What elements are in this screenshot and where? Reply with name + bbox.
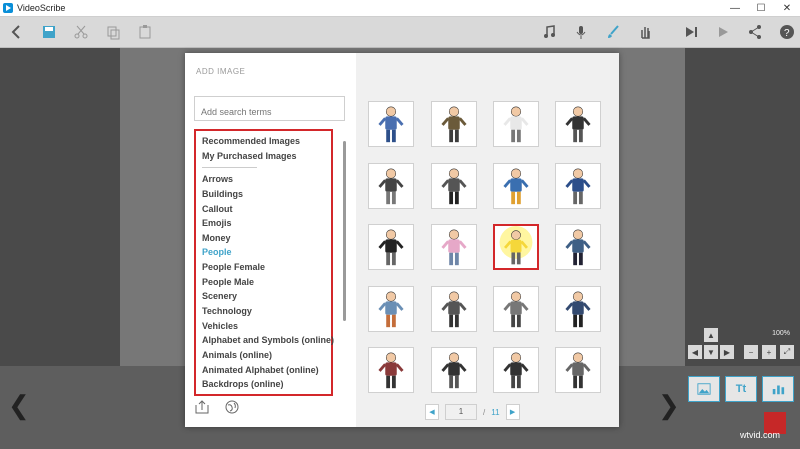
image-icon	[697, 383, 711, 395]
image-thumbnail-man-standing[interactable]	[368, 224, 414, 270]
dialog-title: ADD IMAGE	[196, 67, 246, 76]
category-item[interactable]: Arrows	[202, 174, 233, 184]
next-element-button[interactable]: ❯	[658, 390, 680, 421]
cut-icon[interactable]	[70, 21, 92, 43]
pan-down-button[interactable]: ▼	[704, 345, 718, 359]
image-thumbnail-man-headache[interactable]	[368, 101, 414, 147]
copy-icon[interactable]	[102, 21, 124, 43]
category-item[interactable]: Alphabet and Symbols (online)	[202, 335, 334, 345]
image-thumbnail-woman-shrug[interactable]	[493, 347, 539, 393]
category-item[interactable]: Callout	[202, 204, 233, 214]
globe-icon[interactable]	[224, 399, 240, 415]
add-image-button[interactable]	[688, 376, 720, 402]
category-item[interactable]: Animated Alphabet (online)	[202, 365, 319, 375]
image-thumbnail-woman-flex[interactable]	[555, 347, 601, 393]
category-item[interactable]: Money	[202, 233, 231, 243]
save-icon[interactable]	[38, 21, 60, 43]
brush-icon[interactable]	[602, 21, 624, 43]
category-item[interactable]: Vehicles	[202, 321, 238, 331]
play-from-icon[interactable]	[680, 21, 702, 43]
image-thumbnail-man-walking[interactable]	[555, 224, 601, 270]
mic-icon[interactable]	[570, 21, 592, 43]
category-item[interactable]: Emojis	[202, 218, 232, 228]
pan-up-button[interactable]: ▲	[704, 328, 718, 342]
share-icon[interactable]	[744, 21, 766, 43]
category-item[interactable]: Scenery	[202, 291, 237, 301]
minimize-button[interactable]: —	[722, 0, 748, 16]
canvas-right-margin	[685, 48, 800, 366]
back-icon[interactable]	[6, 21, 28, 43]
zoom-out-button[interactable]: −	[744, 345, 758, 359]
category-purchased[interactable]: My Purchased Images	[202, 151, 297, 161]
category-item[interactable]: People Female	[202, 262, 265, 272]
upload-icon[interactable]	[194, 399, 210, 415]
image-thumbnail-woman-dress[interactable]	[368, 347, 414, 393]
image-thumbnail-woman-standing[interactable]	[431, 224, 477, 270]
category-recommended[interactable]: Recommended Images	[202, 136, 300, 146]
zoom-in-button[interactable]: +	[762, 345, 776, 359]
pagination: ◀ 1 / 11 ▶	[425, 404, 520, 420]
page-total: 11	[491, 407, 500, 417]
toolbar: ?	[0, 17, 800, 48]
category-item[interactable]: Buildings	[202, 189, 243, 199]
window-title: VideoScribe	[17, 3, 66, 13]
prev-element-button[interactable]: ❮	[8, 390, 30, 421]
add-chart-button[interactable]	[762, 376, 794, 402]
image-thumbnail-woman-meditating[interactable]	[368, 286, 414, 332]
image-thumbnail-woman-walking[interactable]	[431, 347, 477, 393]
play-icon[interactable]	[712, 21, 734, 43]
page-separator: /	[483, 407, 486, 417]
page-number-input[interactable]: 1	[445, 404, 477, 420]
prev-page-button[interactable]: ◀	[425, 404, 439, 420]
category-list: Recommended Images My Purchased Images A…	[194, 129, 334, 396]
maximize-button[interactable]: ☐	[748, 0, 774, 16]
close-window-button[interactable]: ✕	[774, 0, 800, 16]
image-grid: ◀ 1 / 11 ▶	[356, 53, 619, 427]
svg-text:?: ?	[784, 28, 790, 39]
search-input[interactable]	[194, 96, 345, 121]
image-thumbnail-man-juggling[interactable]	[493, 101, 539, 147]
hand-icon[interactable]	[634, 21, 656, 43]
image-thumbnail-man-cycling[interactable]	[431, 163, 477, 209]
category-item-active[interactable]: People	[202, 247, 232, 257]
image-thumbnail-man-arms-up[interactable]	[493, 286, 539, 332]
image-thumbnail-man-spotlight[interactable]	[493, 224, 539, 270]
category-divider	[202, 167, 257, 168]
category-item[interactable]: Animals (online)	[202, 350, 272, 360]
category-item[interactable]: Technology	[202, 306, 252, 316]
image-thumbnail-man-running[interactable]	[555, 163, 601, 209]
category-scrollbar[interactable]	[343, 141, 346, 321]
watermark-text: wtvid.com	[740, 430, 781, 440]
pan-right-button[interactable]: ▶	[720, 345, 734, 359]
app-logo-icon	[3, 3, 13, 13]
paste-icon[interactable]	[134, 21, 156, 43]
fit-screen-button[interactable]: ⤢	[780, 345, 794, 359]
add-text-button[interactable]: Tt	[725, 376, 757, 402]
pan-left-button[interactable]: ◀	[688, 345, 702, 359]
image-thumbnail-man-jumping[interactable]	[555, 101, 601, 147]
add-image-dialog: ADD IMAGE ✕ Recommended Images My Purcha…	[185, 53, 619, 427]
zoom-level: 100%	[772, 330, 790, 337]
image-thumbnail-man-meditating[interactable]	[431, 101, 477, 147]
next-page-button[interactable]: ▶	[505, 404, 520, 420]
music-icon[interactable]	[538, 21, 560, 43]
chart-icon	[772, 385, 785, 395]
canvas-left-margin	[0, 48, 120, 366]
title-bar: VideoScribe — ☐ ✕	[0, 0, 800, 17]
image-thumbnail-man-relaxing[interactable]	[493, 163, 539, 209]
image-thumbnail-man-suit[interactable]	[431, 286, 477, 332]
image-thumbnail-man-celebrating[interactable]	[368, 163, 414, 209]
image-thumbnail-man-tie[interactable]	[555, 286, 601, 332]
help-icon[interactable]: ?	[776, 21, 798, 43]
category-item[interactable]: Backdrops (online)	[202, 379, 284, 389]
category-item[interactable]: People Male	[202, 277, 254, 287]
